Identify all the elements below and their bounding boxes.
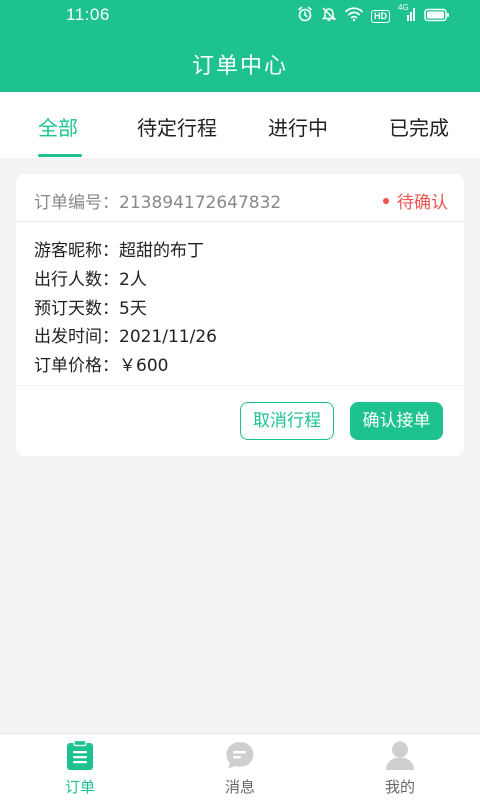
info-label: 订单价格： [34, 356, 119, 376]
user-icon [385, 740, 415, 770]
info-value: 2021/11/26 [119, 327, 217, 347]
status-icons: HD 4G [297, 3, 450, 26]
info-value: 2人 [119, 270, 147, 290]
wifi-icon [345, 6, 363, 26]
nav-item-orders[interactable]: 订单 [30, 734, 130, 800]
nav-label-messages: 消息 [224, 778, 255, 796]
order-card: 订单编号：213894172647832 待确认 游客昵称：超甜的布丁 出行人数… [16, 174, 464, 456]
status-dot-icon [383, 198, 389, 204]
info-label: 出发时间： [34, 327, 119, 347]
nav-label-mine: 我的 [384, 778, 415, 796]
order-number: 订单编号：213894172647832 [34, 188, 281, 213]
info-label: 出行人数： [34, 270, 119, 290]
order-number-label: 订单编号： [34, 193, 119, 213]
info-row-nickname: 游客昵称：超甜的布丁 [34, 236, 204, 261]
status-bar: 11:06 HD 4G [0, 0, 480, 30]
tab-pending-trip[interactable]: 待定行程 [137, 112, 217, 141]
app-header: 11:06 HD 4G 订单中心 [0, 0, 480, 92]
battery-icon [424, 7, 450, 26]
cancel-trip-button[interactable]: 取消行程 [240, 402, 334, 440]
alarm-icon [297, 6, 313, 26]
info-row-departure: 出发时间：2021/11/26 [34, 322, 217, 347]
info-value: 5天 [119, 299, 147, 319]
info-row-price: 订单价格：￥600 [34, 351, 168, 376]
tab-in-progress[interactable]: 进行中 [268, 112, 328, 141]
card-divider [16, 385, 464, 386]
info-value: ￥600 [119, 356, 169, 376]
info-value: 超甜的布丁 [119, 241, 204, 261]
bottom-nav: 订单 消息 我的 [0, 733, 480, 800]
clipboard-icon [65, 739, 95, 770]
active-tab-indicator [38, 154, 82, 157]
order-tabs: 全部 待定行程 进行中 已完成 [0, 92, 480, 158]
info-label: 游客昵称： [34, 241, 119, 261]
order-card-header: 订单编号：213894172647832 待确认 [16, 174, 464, 222]
info-label: 预订天数： [34, 299, 119, 319]
order-number-value: 213894172647832 [119, 193, 282, 213]
nav-label-orders: 订单 [64, 778, 95, 796]
signal-icon: 4G [398, 3, 416, 26]
page-title: 订单中心 [191, 54, 288, 79]
order-status-text: 待确认 [397, 193, 448, 213]
hd-icon: HD [371, 9, 390, 23]
message-icon [225, 740, 255, 770]
confirm-order-button[interactable]: 确认接单 [350, 402, 443, 440]
status-time: 11:06 [66, 5, 110, 24]
tab-all[interactable]: 全部 [38, 112, 78, 141]
info-row-travelers: 出行人数：2人 [34, 265, 147, 290]
nav-item-messages[interactable]: 消息 [190, 734, 290, 800]
order-status: 待确认 [383, 188, 448, 213]
mute-icon [321, 6, 337, 26]
tab-completed[interactable]: 已完成 [389, 112, 449, 141]
nav-item-mine[interactable]: 我的 [350, 734, 450, 800]
info-row-days: 预订天数：5天 [34, 294, 147, 319]
network-type-label: 4G [398, 3, 409, 12]
